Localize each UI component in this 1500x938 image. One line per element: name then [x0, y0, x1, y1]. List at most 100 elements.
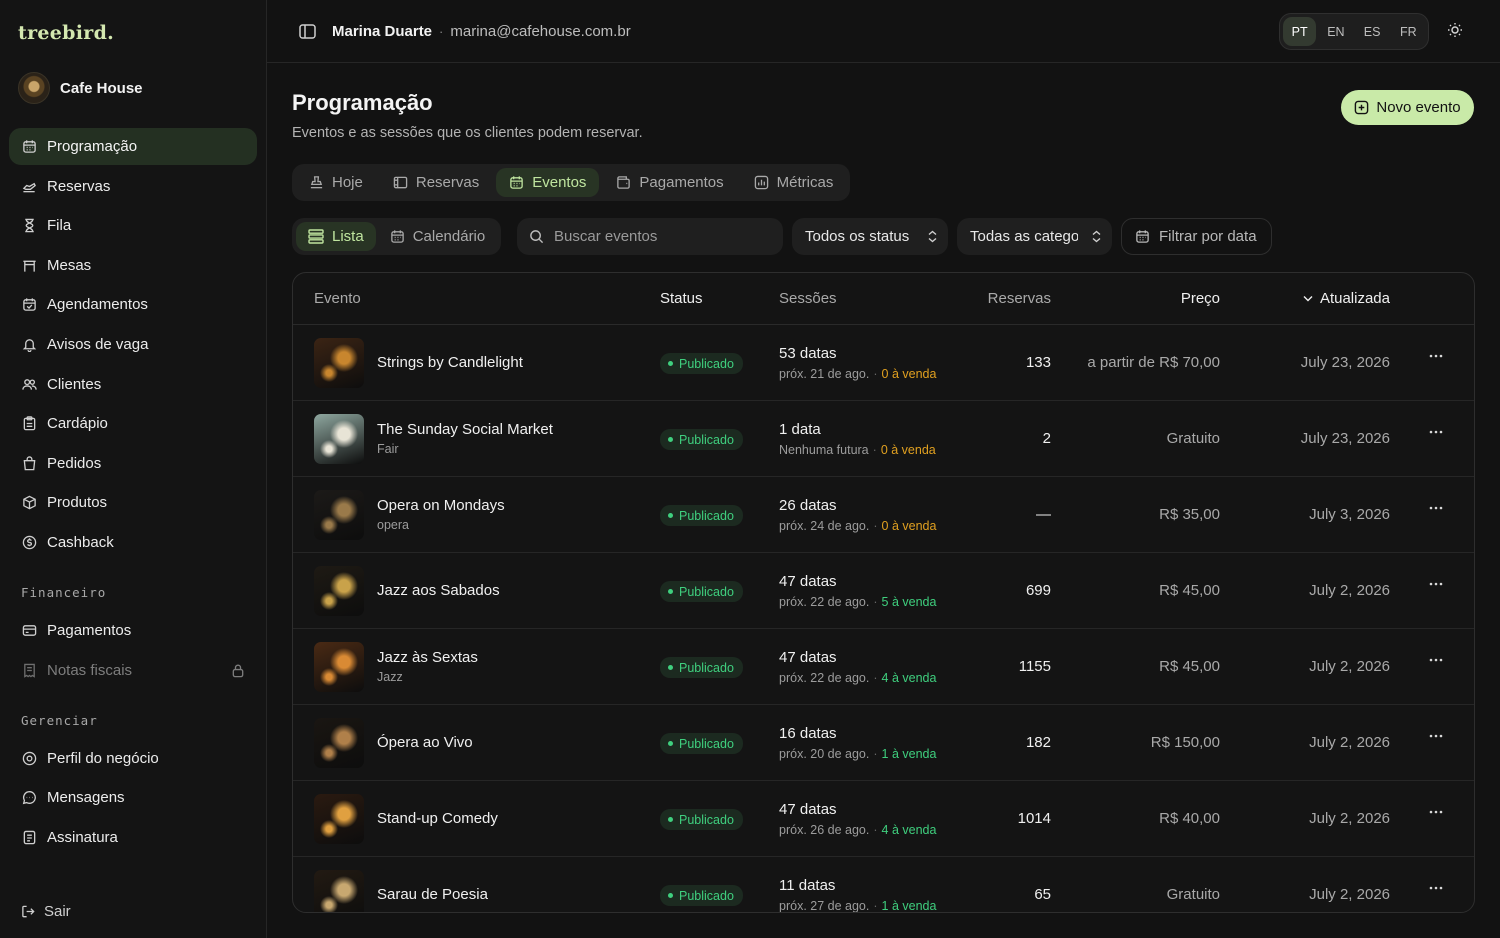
status-filter-select[interactable]: Todos os status [792, 218, 948, 255]
sidebar-item-label: Avisos de vaga [47, 335, 149, 353]
tab-metricas[interactable]: Métricas [741, 168, 847, 197]
table-row[interactable]: The Sunday Social Market Fair Publicado 1 d… [293, 401, 1474, 477]
event-title[interactable]: The Sunday Social Market [377, 421, 553, 438]
tab-pagamentos[interactable]: Pagamentos [603, 168, 736, 197]
sidebar-item-produtos[interactable]: Produtos [9, 484, 257, 521]
view-lista[interactable]: Lista [296, 222, 376, 251]
user-name: Marina Duarte [332, 22, 433, 40]
column-header-updated[interactable]: Atualizada [1303, 290, 1390, 307]
event-title[interactable]: Strings by Candlelight [377, 354, 523, 371]
new-event-button[interactable]: Novo evento [1341, 90, 1474, 125]
more-options-icon[interactable] [1429, 734, 1443, 738]
more-options-icon[interactable] [1429, 430, 1443, 434]
table-row[interactable]: Opera on Mondays opera Publicado 26 datas pr… [293, 477, 1474, 553]
calendar-icon [509, 175, 524, 190]
event-thumbnail [314, 870, 364, 912]
sidebar-item-fila[interactable]: Fila [9, 207, 257, 244]
tab-eventos[interactable]: Eventos [496, 168, 600, 197]
sidebar-item-cashback[interactable]: Cashback [9, 524, 257, 561]
sidebar-item-reservas[interactable]: Reservas [9, 168, 257, 205]
sidebar-item-notas-fiscais[interactable]: Notas fiscais [9, 652, 257, 689]
sidebar-item-label: Cardápio [47, 415, 108, 433]
more-options-icon[interactable] [1429, 810, 1443, 814]
sidebar-item-mesas[interactable]: Mesas [9, 247, 257, 284]
view-toggle: Lista Calendário [292, 218, 502, 255]
more-options-icon[interactable] [1429, 658, 1443, 662]
view-calendario[interactable]: Calendário [378, 222, 498, 251]
tab-reservas[interactable]: Reservas [380, 168, 492, 197]
bookings-count: 1155 [1018, 658, 1051, 675]
business-switcher[interactable]: Cafe House [18, 72, 143, 104]
user-email: marina@cafehouse.com.br [450, 22, 631, 40]
lang-en[interactable]: EN [1319, 17, 1352, 46]
sidebar-item-programacao[interactable]: Programação [9, 128, 257, 165]
sidebar-item-pagamentos[interactable]: Pagamentos [9, 612, 257, 649]
table-row[interactable]: Jazz aos Sabados Publicado 47 datas próx. 2… [293, 553, 1474, 629]
sidebar-item-cardapio[interactable]: Cardápio [9, 405, 257, 442]
status-dot [668, 513, 673, 518]
view-label: Calendário [412, 228, 486, 245]
search-icon [529, 229, 544, 244]
date-filter-label: Filtrar por data [1159, 228, 1257, 245]
bookings-count: — [1036, 506, 1051, 523]
sidebar-nav: Programação Reservas Fila Mesas Agendame… [9, 128, 257, 858]
table-row[interactable]: Stand-up Comedy Publicado 47 datas próx. 26… [293, 781, 1474, 857]
sidebar-item-agendamentos[interactable]: Agendamentos [9, 286, 257, 323]
table-row[interactable]: Jazz às Sextas Jazz Publicado 47 datas próx.… [293, 629, 1474, 705]
search-input[interactable] [554, 228, 754, 245]
sidebar-item-perfil-do-negocio[interactable]: Perfil do negócio [9, 740, 257, 777]
lang-pt[interactable]: PT [1283, 17, 1317, 46]
event-title[interactable]: Jazz às Sextas [377, 649, 478, 666]
column-header-sessions[interactable]: Sessões [779, 290, 837, 307]
status-dot [668, 361, 673, 366]
event-title[interactable]: Sarau de Poesia [377, 886, 488, 903]
table-row[interactable]: Sarau de Poesia Publicado 11 datas próx. 27… [293, 857, 1474, 913]
table-row[interactable]: Strings by Candlelight Publicado 53 datas p… [293, 325, 1474, 401]
lang-fr[interactable]: FR [1392, 17, 1425, 46]
event-title[interactable]: Jazz aos Sabados [377, 582, 500, 599]
theme-toggle-sun-icon[interactable] [1447, 22, 1463, 38]
sidebar-item-assinatura[interactable]: Assinatura [9, 819, 257, 856]
more-options-icon[interactable] [1429, 354, 1443, 358]
more-options-icon[interactable] [1429, 506, 1443, 510]
category-filter-select[interactable]: Todas as categorias [957, 218, 1112, 255]
book-icon [393, 175, 408, 190]
more-options-icon[interactable] [1429, 886, 1443, 890]
date-filter-button[interactable]: Filtrar por data [1121, 218, 1272, 255]
search-box [517, 218, 783, 255]
table-row[interactable]: Ópera ao Vivo Publicado 16 datas próx. 20 d… [293, 705, 1474, 781]
event-title[interactable]: Ópera ao Vivo [377, 734, 473, 751]
more-options-icon[interactable] [1429, 582, 1443, 586]
tab-hoje[interactable]: Hoje [296, 168, 376, 197]
logout-button[interactable]: Sair [21, 903, 71, 920]
on-sale-count: 1 à venda [881, 899, 937, 913]
sidebar-item-clientes[interactable]: Clientes [9, 366, 257, 403]
sidebar-item-mensagens[interactable]: Mensagens [9, 779, 257, 816]
column-header-status[interactable]: Status [660, 290, 703, 307]
events-table: Evento Status Sessões Reservas Preço Atu… [292, 272, 1475, 913]
sidebar-toggle-icon[interactable] [299, 23, 316, 39]
status-badge: Publicado [660, 353, 743, 374]
next-session: próx. 27 de ago. [779, 899, 870, 913]
view-label: Lista [332, 228, 364, 245]
event-title[interactable]: Stand-up Comedy [377, 810, 498, 827]
column-header-event[interactable]: Evento [314, 290, 361, 307]
sidebar-item-label: Perfil do negócio [47, 749, 159, 767]
lang-es[interactable]: ES [1356, 17, 1389, 46]
sessions-detail: próx. 24 de ago. · 0 à venda [779, 519, 936, 533]
sessions-detail: próx. 22 de ago. · 4 à venda [779, 671, 936, 685]
column-header-bookings[interactable]: Reservas [988, 290, 1051, 307]
sidebar-item-label: Notas fiscais [47, 661, 133, 679]
sidebar-item-pedidos[interactable]: Pedidos [9, 445, 257, 482]
event-title[interactable]: Opera on Mondays [377, 497, 505, 514]
status-dot [668, 665, 673, 670]
event-price: R$ 40,00 [1159, 810, 1220, 827]
column-header-price[interactable]: Preço [1181, 290, 1220, 307]
sidebar-item-avisos-de-vaga[interactable]: Avisos de vaga [9, 326, 257, 363]
shopping-bag-icon [21, 455, 37, 471]
updated-date: July 2, 2026 [1309, 658, 1390, 675]
plus-square-icon [1354, 100, 1369, 115]
on-sale-count: 4 à venda [881, 671, 937, 685]
dot-separator: · [873, 595, 878, 609]
brand-logo[interactable]: treebird. [18, 22, 114, 44]
